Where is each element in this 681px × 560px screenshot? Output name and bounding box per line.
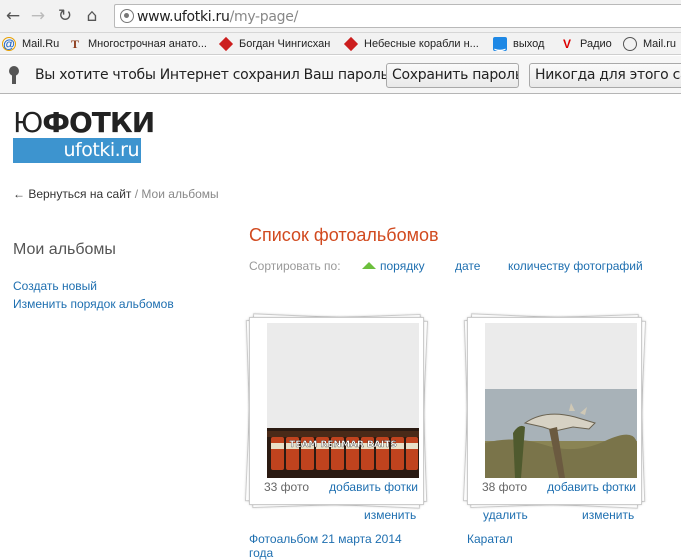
logo-wordmark: ЮФОТКИ — [13, 106, 155, 139]
edit-album-link[interactable]: изменить — [582, 508, 634, 522]
add-photos-link[interactable]: добавить фотки — [329, 480, 418, 494]
mail-ru-icon: @ — [2, 37, 16, 51]
bookmark-mail-ru-2[interactable]: Mail.ru — [623, 36, 676, 52]
back-to-site-link[interactable]: ← Вернуться на сайт — [13, 187, 131, 201]
sort-asc-icon — [362, 262, 376, 269]
create-album-link[interactable]: Создать новый — [13, 279, 97, 293]
infobar-message: Вы хотите чтобы Интернет сохранил Ваш па… — [35, 67, 396, 83]
album-cover[interactable]: TEAM RENMAR BAITS — [267, 323, 419, 478]
url-text: www.ufotki.ru/my-page/ — [137, 9, 298, 25]
album-cover[interactable] — [485, 323, 637, 478]
reload-icon[interactable]: ↻ — [55, 6, 75, 26]
add-photos-link[interactable]: добавить фотки — [547, 480, 636, 494]
bookmark-ships[interactable]: Небесные корабли н... — [343, 36, 479, 52]
diamond-icon — [343, 36, 359, 52]
password-infobar: Вы хотите чтобы Интернет сохранил Ваш па… — [0, 56, 681, 94]
forward-arrow-icon[interactable]: → — [28, 6, 48, 26]
globe-icon — [623, 37, 637, 51]
bookmark-mail-ru[interactable]: @ Mail.Ru — [2, 36, 59, 52]
delete-album-link[interactable]: удалить — [483, 508, 528, 522]
reorder-albums-link[interactable]: Изменить порядок альбомов — [13, 297, 174, 311]
sort-label: Сортировать по: — [249, 259, 341, 273]
back-arrow-icon[interactable]: ← — [3, 6, 23, 26]
page-info-icon[interactable] — [120, 9, 134, 23]
smile-icon: ‿ — [493, 37, 507, 51]
page-title: Список фотоальбомов — [249, 225, 439, 245]
logo-bar: ufotki.ru — [13, 138, 141, 163]
home-icon[interactable]: ⌂ — [82, 6, 102, 26]
breadcrumb: ← Вернуться на сайт / Мои альбомы — [13, 187, 219, 201]
logo-domain: ufotki.ru — [63, 139, 140, 161]
bookmark-anatomy[interactable]: T Многострочная анато... — [68, 36, 207, 52]
bookmark-exit[interactable]: ‿ выход — [493, 36, 544, 52]
key-icon — [8, 66, 20, 84]
sort-by-order-link[interactable]: порядку — [380, 259, 425, 273]
bookmark-bogdan[interactable]: Богдан Чингисхан — [218, 36, 330, 52]
address-bar[interactable]: www.ufotki.ru/my-page/ — [114, 4, 681, 28]
album-cover-image — [485, 323, 637, 478]
album-cover-image: TEAM RENMAR BAITS — [267, 323, 419, 478]
bookmarks-bar: @ Mail.Ru T Многострочная анато... Богда… — [0, 33, 681, 55]
never-save-button[interactable]: Никогда для этого сайта — [529, 63, 681, 88]
t-icon: T — [70, 36, 79, 51]
sidebar-title: Мои альбомы — [13, 241, 116, 258]
site-logo[interactable]: ЮФОТКИ ufotki.ru — [13, 109, 155, 163]
diamond-icon — [218, 36, 234, 52]
photo-caption: TEAM RENMAR BAITS — [289, 440, 397, 450]
album-card[interactable]: TEAM RENMAR BAITS 33 фото добавить фотки — [244, 313, 429, 509]
v-icon: V — [562, 37, 571, 51]
save-password-button[interactable]: Сохранить пароль — [386, 63, 519, 88]
photo-count: 38 фото — [482, 480, 527, 494]
album-title-link[interactable]: Фотоальбом 21 марта 2014 года — [249, 532, 424, 560]
album-title-link[interactable]: Каратал — [467, 532, 513, 546]
sort-by-count-link[interactable]: количеству фотографий — [508, 259, 643, 273]
browser-toolbar: ← → ↻ ⌂ www.ufotki.ru/my-page/ — [0, 0, 681, 33]
breadcrumb-current: Мои альбомы — [141, 187, 219, 201]
edit-album-link[interactable]: изменить — [364, 508, 416, 522]
bookmark-radio[interactable]: V Радио — [560, 36, 612, 52]
sort-by-date-link[interactable]: дате — [455, 259, 480, 273]
album-card[interactable]: 38 фото добавить фотки — [462, 313, 647, 509]
photo-count: 33 фото — [264, 480, 309, 494]
